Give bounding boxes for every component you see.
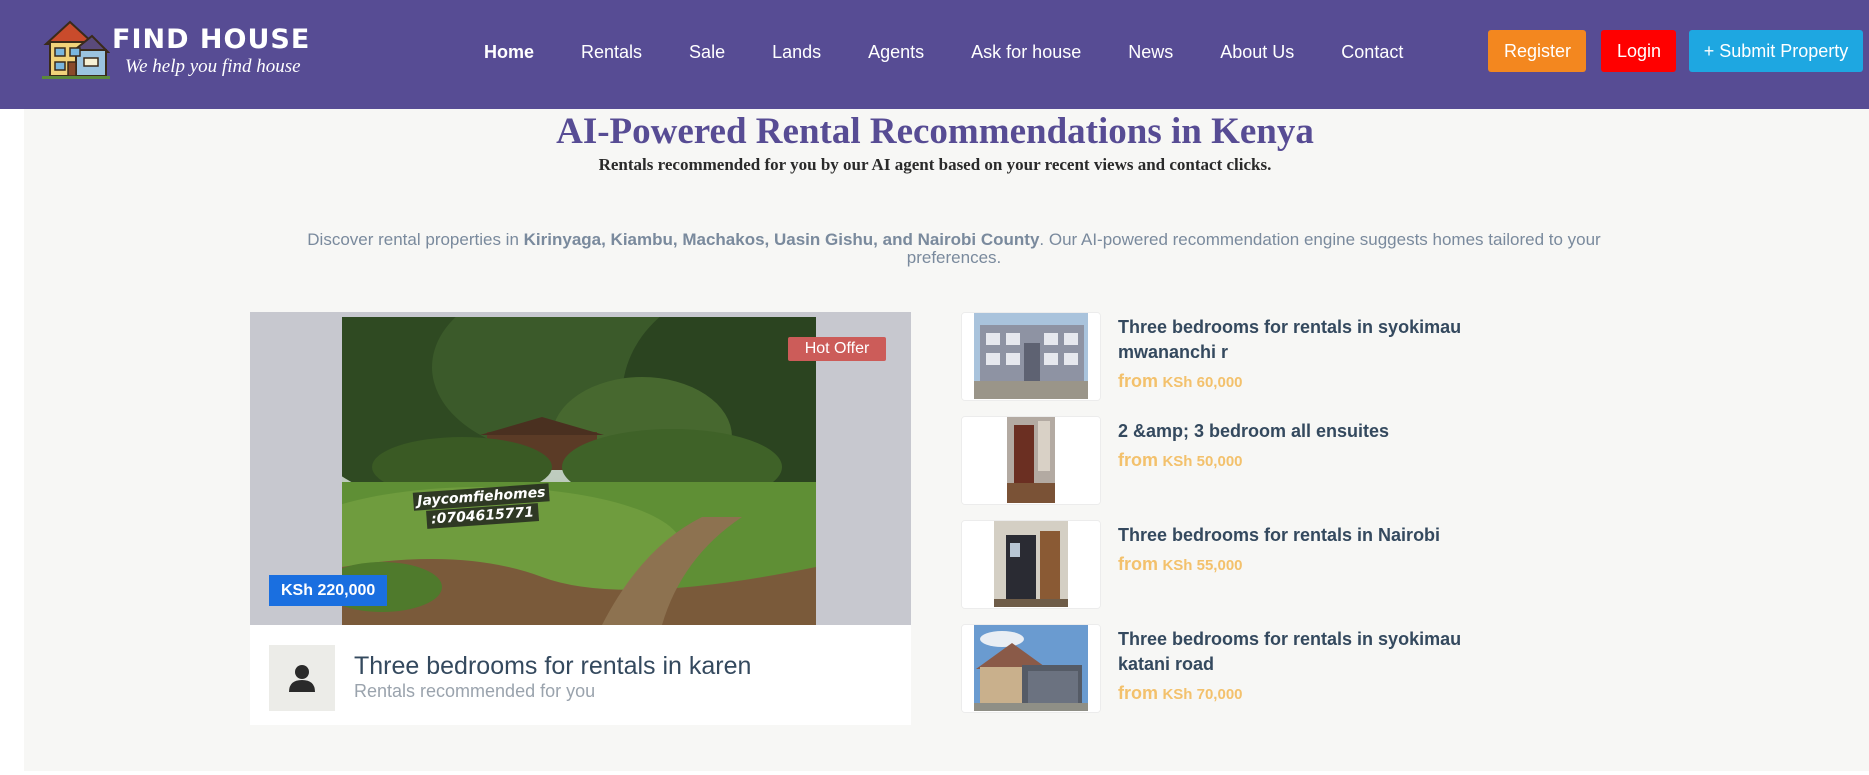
hot-offer-badge: Hot Offer (788, 337, 886, 361)
list-item[interactable]: Three bedrooms for rentals in Nairobi fr… (961, 520, 1521, 624)
nav-sale[interactable]: Sale (689, 42, 725, 63)
listing-photo (962, 625, 1100, 712)
page-title: AI-Powered Rental Recommendations in Ken… (556, 111, 1314, 152)
listing-price: from KSh 50,000 (1118, 450, 1243, 471)
nav-news[interactable]: News (1128, 42, 1173, 63)
submit-property-button[interactable]: + Submit Property (1689, 30, 1863, 72)
listing-price-amount: KSh 55,000 (1162, 557, 1243, 574)
listing-thumbnail[interactable] (961, 416, 1101, 505)
featured-image-area[interactable]: Jaycomfiehomes :0704615771 Hot Offer KSh… (250, 312, 911, 625)
intro-counties: Kirinyaga, Kiambu, Machakos, Uasin Gishu… (523, 230, 1040, 249)
listing-thumbnail[interactable] (961, 624, 1101, 713)
listing-title[interactable]: Three bedrooms for rentals in Nairobi (1118, 523, 1478, 548)
logo-title: FIND HOUSE (112, 24, 311, 55)
listing-price-from: from (1118, 450, 1158, 470)
listing-title[interactable]: Three bedrooms for rentals in syokimau k… (1118, 627, 1478, 677)
login-button[interactable]: Login (1601, 30, 1676, 72)
intro-text: Discover rental properties in Kirinyaga,… (264, 231, 1644, 267)
featured-caption: Rentals recommended for you (354, 681, 596, 701)
listing-price-from: from (1118, 371, 1158, 391)
featured-title[interactable]: Three bedrooms for rentals in karen (354, 652, 751, 681)
intro-prefix: Discover rental properties in (307, 230, 524, 249)
recommended-listings: Three bedrooms for rentals in syokimau m… (961, 312, 1521, 728)
list-item[interactable]: Three bedrooms for rentals in syokimau m… (961, 312, 1521, 416)
page-subtitle: Rentals recommended for you by our AI ag… (598, 155, 1272, 174)
listing-photo (962, 521, 1100, 608)
listing-title[interactable]: 2 &amp; 3 bedroom all ensuites (1118, 419, 1478, 444)
listing-price-amount: KSh 50,000 (1162, 453, 1243, 470)
site-logo[interactable]: FIND HOUSE We help you find house (42, 16, 309, 86)
house-logo-icon (42, 20, 110, 79)
nav-contact[interactable]: Contact (1341, 42, 1403, 63)
recommendations-section: AI-Powered Rental Recommendations in Ken… (24, 109, 1869, 771)
listing-photo (962, 313, 1100, 400)
list-item[interactable]: 2 &amp; 3 bedroom all ensuites from KSh … (961, 416, 1521, 520)
nav-agents[interactable]: Agents (868, 42, 924, 63)
logo-tagline: We help you find house (125, 56, 301, 77)
featured-footer: Three bedrooms for rentals in karen Rent… (250, 625, 911, 725)
register-button[interactable]: Register (1488, 30, 1586, 72)
listing-price-from: from (1118, 554, 1158, 574)
nav-about-us[interactable]: About Us (1220, 42, 1294, 63)
featured-price-badge: KSh 220,000 (269, 575, 388, 606)
nav-rentals[interactable]: Rentals (581, 42, 642, 63)
user-icon (289, 665, 315, 692)
nav-lands[interactable]: Lands (772, 42, 821, 63)
listing-price-amount: KSh 70,000 (1162, 686, 1243, 703)
listing-price: from KSh 60,000 (1118, 371, 1243, 392)
listing-price: from KSh 55,000 (1118, 554, 1243, 575)
agent-avatar (269, 645, 335, 711)
listing-photo (962, 417, 1100, 504)
listing-price: from KSh 70,000 (1118, 683, 1243, 704)
listing-thumbnail[interactable] (961, 520, 1101, 609)
nav-ask-for-house[interactable]: Ask for house (971, 42, 1081, 63)
listing-thumbnail[interactable] (961, 312, 1101, 401)
featured-property-card[interactable]: Jaycomfiehomes :0704615771 Hot Offer KSh… (250, 312, 911, 725)
featured-property-photo (342, 317, 816, 625)
listing-price-from: from (1118, 683, 1158, 703)
top-navbar: FIND HOUSE We help you find house Home R… (0, 0, 1869, 109)
listing-title[interactable]: Three bedrooms for rentals in syokimau m… (1118, 315, 1478, 365)
listing-price-amount: KSh 60,000 (1162, 374, 1243, 391)
nav-home[interactable]: Home (484, 42, 534, 63)
list-item[interactable]: Three bedrooms for rentals in syokimau k… (961, 624, 1521, 728)
main-nav: Home Rentals Sale Lands Agents Ask for h… (484, 40, 1450, 64)
